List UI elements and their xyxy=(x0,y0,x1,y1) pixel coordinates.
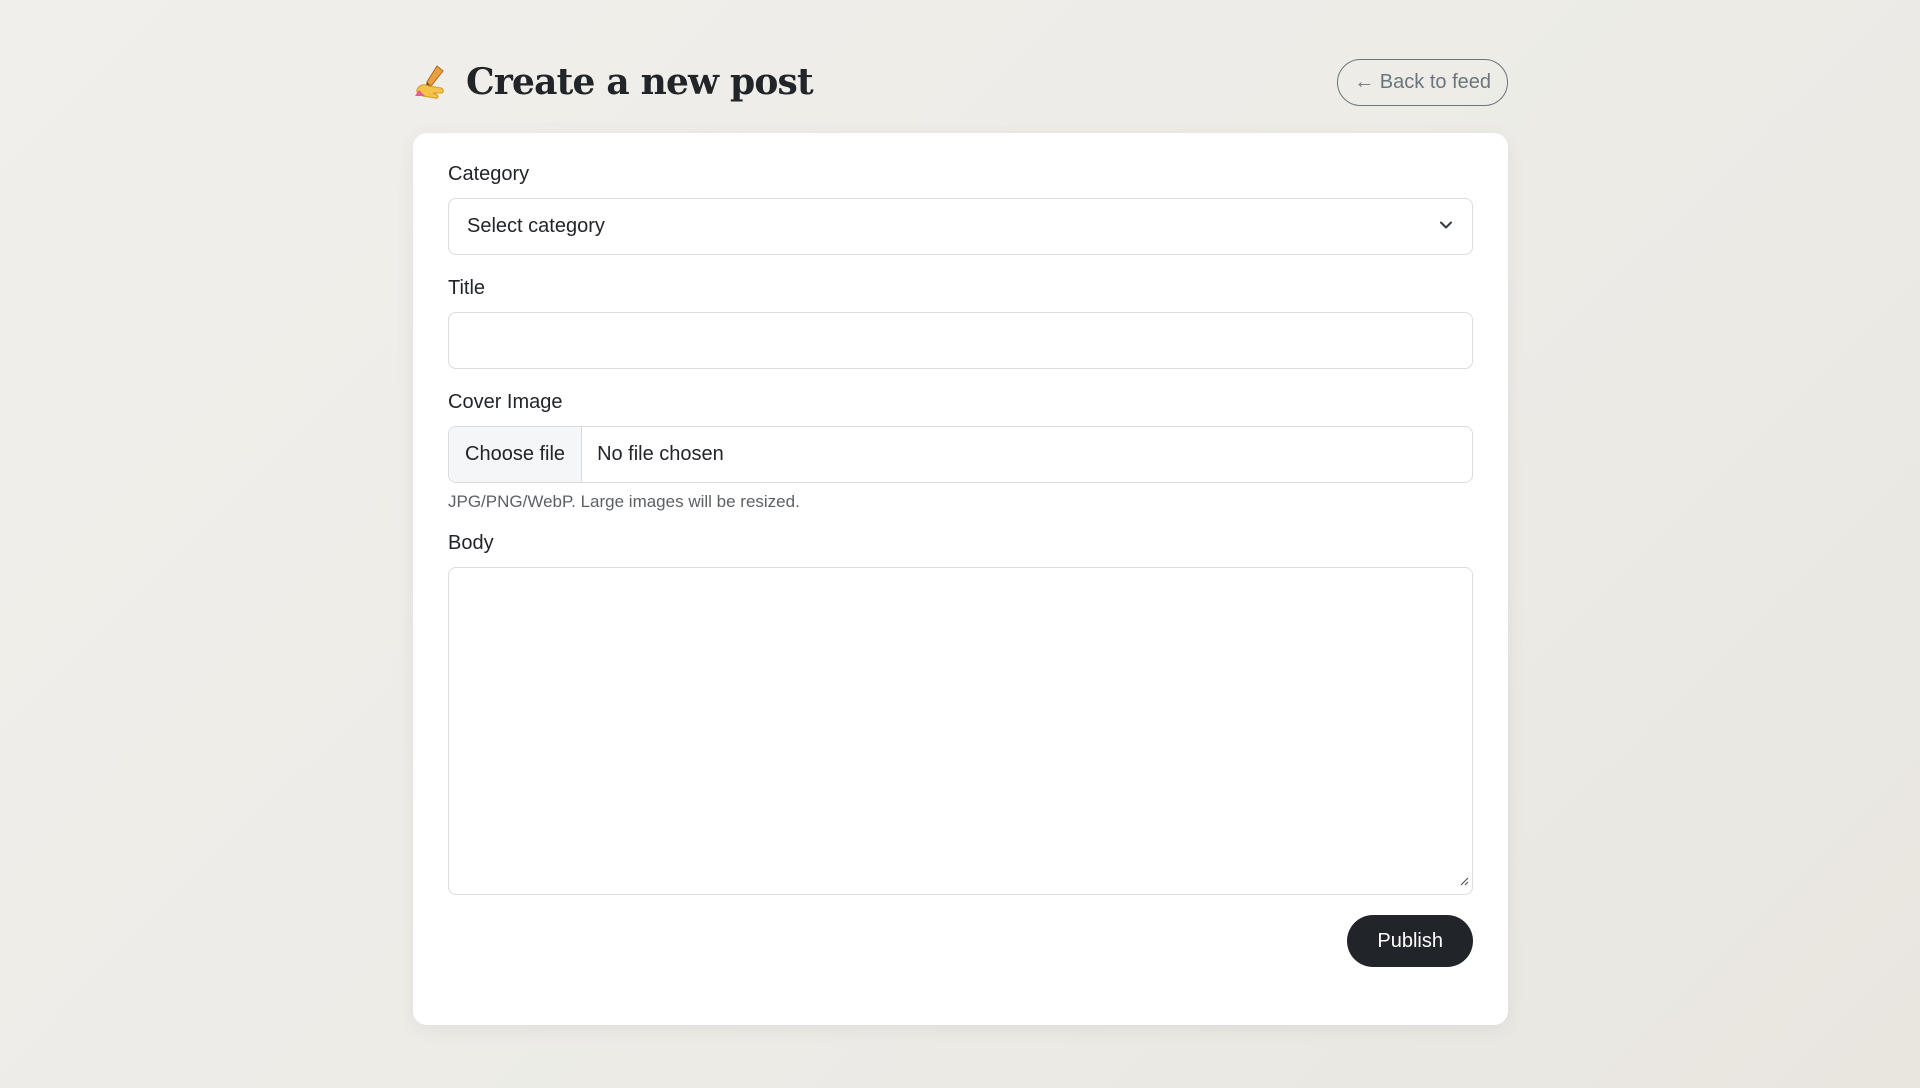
body-field: Body xyxy=(448,532,1473,895)
chevron-down-icon xyxy=(1438,215,1454,238)
post-form-card: Category Select category Title Cover Ima… xyxy=(413,133,1508,1025)
cover-image-file-input[interactable]: Choose file No file chosen xyxy=(448,426,1473,483)
resize-handle-icon[interactable] xyxy=(1459,873,1469,891)
body-label: Body xyxy=(448,532,494,554)
page-title: Create a new post xyxy=(466,61,814,103)
page-container: Create a new post ← Back to feed Categor… xyxy=(413,56,1508,1025)
page-header: Create a new post ← Back to feed xyxy=(413,54,1508,110)
category-selected-value: Select category xyxy=(467,215,605,237)
body-textarea[interactable] xyxy=(448,567,1473,895)
choose-file-button[interactable]: Choose file xyxy=(449,427,583,482)
category-field: Category Select category xyxy=(448,163,1473,255)
publish-button[interactable]: Publish xyxy=(1347,915,1473,967)
form-actions: Publish xyxy=(448,915,1473,967)
file-status-text: No file chosen xyxy=(597,443,724,465)
category-label: Category xyxy=(448,163,530,185)
cover-image-help-text: JPG/PNG/WebP. Large images will be resiz… xyxy=(448,492,800,511)
title-field: Title xyxy=(448,277,1473,369)
title-group: Create a new post xyxy=(413,61,814,103)
writing-hand-icon xyxy=(413,62,453,102)
cover-image-field: Cover Image Choose file No file chosen J… xyxy=(448,391,1473,512)
cover-image-label: Cover Image xyxy=(448,391,563,413)
title-input[interactable] xyxy=(448,312,1473,369)
category-select[interactable]: Select category xyxy=(448,198,1473,255)
title-label: Title xyxy=(448,277,486,299)
back-to-feed-button[interactable]: ← Back to feed xyxy=(1337,58,1508,106)
